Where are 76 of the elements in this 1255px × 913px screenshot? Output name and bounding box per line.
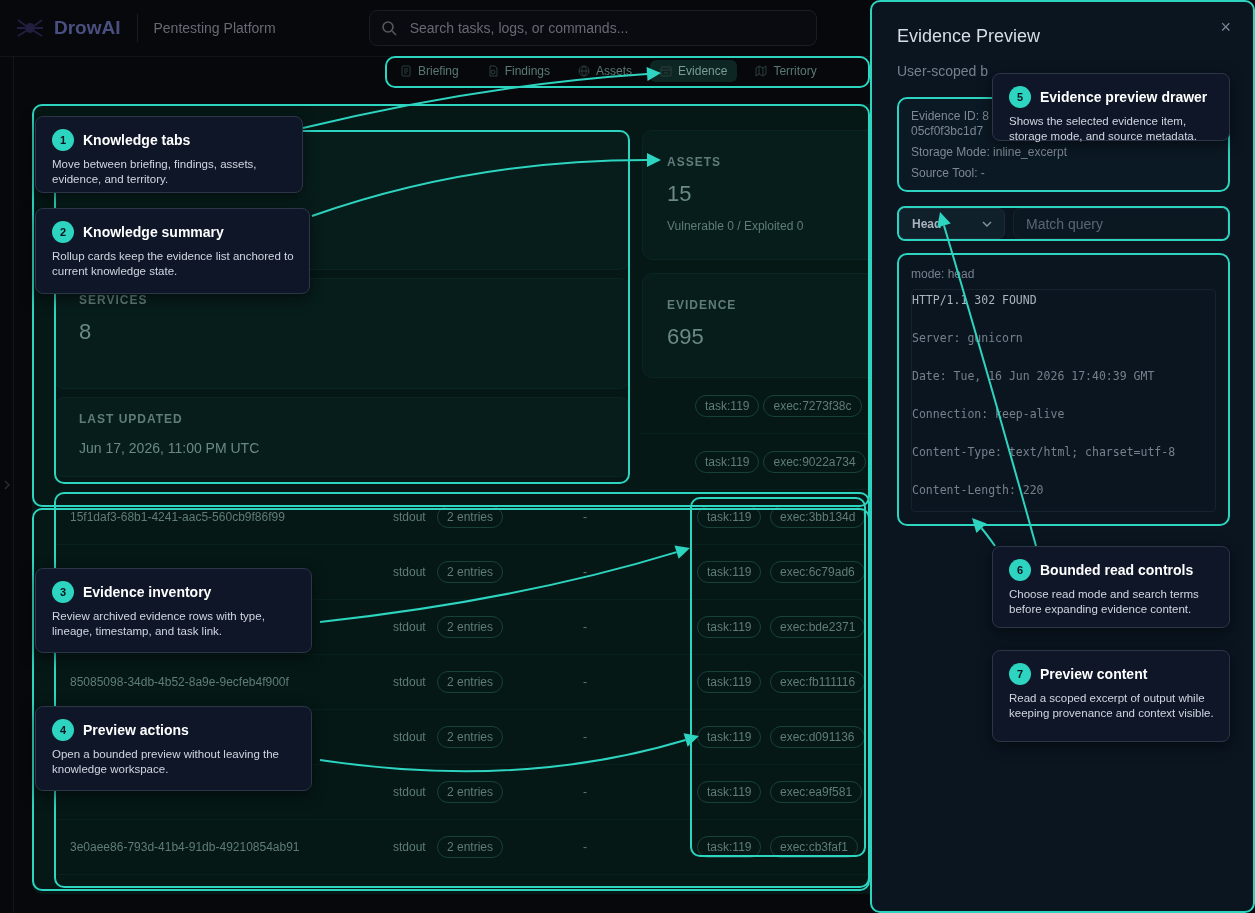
query-field[interactable]: Match query bbox=[1013, 208, 1228, 239]
step-number: 6 bbox=[1009, 559, 1031, 581]
step-number: 3 bbox=[52, 581, 74, 603]
step-number: 2 bbox=[52, 221, 74, 243]
evidence-type: stdout bbox=[393, 510, 427, 524]
card-note: Vulnerable 0 / Exploited 0 bbox=[667, 219, 805, 233]
step-number: 7 bbox=[1009, 663, 1031, 685]
timestamp: - bbox=[583, 675, 588, 689]
evidence-type: stdout bbox=[393, 785, 427, 799]
callout-title: Preview actions bbox=[83, 722, 189, 738]
callout-text: Review archived evidence rows with type, lineage, timestamp, and task link. bbox=[52, 609, 266, 639]
archive-icon bbox=[660, 65, 673, 77]
callout-title: Evidence inventory bbox=[83, 584, 212, 600]
drawer-subtitle: User-scoped b bbox=[897, 63, 990, 79]
card-label: ASSETS bbox=[667, 155, 722, 169]
output-line: Content-Length: 220 bbox=[912, 483, 1044, 497]
card-value: 695 bbox=[667, 324, 705, 350]
callout-text: Choose read mode and search terms before expanding evidence content. bbox=[1009, 587, 1200, 617]
step-number: 1 bbox=[52, 129, 74, 151]
app-subtitle: Pentesting Platform bbox=[153, 20, 276, 36]
close-button[interactable]: × bbox=[1214, 16, 1237, 39]
timestamp: - bbox=[583, 620, 588, 634]
metadata-text: Evidence ID: 8 bbox=[911, 109, 990, 124]
tab[interactable]: Evidence bbox=[650, 60, 738, 82]
timestamp: - bbox=[583, 840, 588, 854]
map-icon bbox=[755, 65, 768, 77]
document-icon bbox=[400, 65, 412, 77]
callout-title: Evidence preview drawer bbox=[1040, 89, 1208, 105]
drawer-title: Evidence Preview bbox=[897, 26, 1041, 47]
callout-text: Rollup cards keep the evidence list anchored to current knowledge state. bbox=[52, 249, 295, 279]
tab[interactable]: Briefing bbox=[390, 60, 469, 82]
evidence-type: stdout bbox=[393, 730, 427, 744]
callout-text: Move between briefing, findings, assets, evidence, and territory. bbox=[52, 157, 258, 187]
timestamp: - bbox=[583, 730, 588, 744]
search-icon bbox=[380, 20, 397, 36]
card-value: Jun 17, 2026, 11:00 PM UTC bbox=[79, 440, 261, 456]
card-label: SERVICES bbox=[79, 293, 149, 307]
output-line: Date: Tue, 16 Jun 2026 17:40:39 GMT bbox=[912, 369, 1155, 383]
metadata-text: Source Tool: - bbox=[911, 166, 985, 181]
card-value: 8 bbox=[79, 319, 93, 345]
callout-title: Preview content bbox=[1040, 666, 1148, 682]
globe-icon bbox=[578, 65, 591, 77]
evidence-id: 15f1daf3-68b1-4241-aac5-560cb9f86f99 bbox=[70, 510, 286, 524]
card-label: LAST UPDATED bbox=[79, 412, 184, 426]
timestamp: - bbox=[583, 565, 588, 579]
tab[interactable]: Territory bbox=[745, 60, 827, 82]
callout-text: Shows the selected evidence item, storage mode, and source metadata. bbox=[1009, 114, 1198, 144]
step-number: 5 bbox=[1009, 86, 1031, 108]
metadata-text: Storage Mode: inline_excerpt bbox=[911, 145, 1068, 160]
timestamp: - bbox=[583, 510, 588, 524]
evidence-type: stdout bbox=[393, 675, 427, 689]
evidence-id: 3e0aee86-793d-41b4-91db-49210854ab91 bbox=[70, 840, 301, 854]
metadata-text: 05cf0f3bc1d7 bbox=[911, 124, 984, 139]
tab[interactable]: Findings bbox=[476, 60, 561, 82]
callout-title: Bounded read controls bbox=[1040, 562, 1194, 578]
callout-title: Knowledge summary bbox=[83, 224, 224, 240]
output-line: HTTP/1.1 302 FOUND bbox=[912, 293, 1037, 307]
evidence-type: stdout bbox=[393, 840, 427, 854]
brand-name: DrowAI bbox=[54, 17, 121, 39]
search-field[interactable]: Search tasks, logs, or commands... bbox=[368, 10, 817, 46]
card-value: 15 bbox=[667, 181, 693, 207]
card-label: EVIDENCE bbox=[667, 298, 738, 312]
evidence-type: stdout bbox=[393, 565, 427, 579]
evidence-type: stdout bbox=[393, 620, 427, 634]
callout-text: Open a bounded preview without leaving the knowledge workspace. bbox=[52, 747, 280, 777]
output-line: Content-Type: text/html; charset=utf-8 bbox=[912, 445, 1176, 459]
chevron-down-icon bbox=[982, 220, 992, 227]
evidence-id: 85085098-34db-4b52-8a9e-9ecfeb4f900f bbox=[70, 675, 290, 689]
callout-title: Knowledge tabs bbox=[83, 132, 191, 148]
tab[interactable]: Assets bbox=[568, 60, 643, 82]
step-number: 4 bbox=[52, 719, 74, 741]
callout-text: Read a scoped excerpt of output while keeping provenance and context visible. bbox=[1009, 691, 1215, 721]
timestamp: - bbox=[583, 785, 588, 799]
file-icon bbox=[486, 65, 499, 77]
chevron-icon bbox=[3, 480, 10, 490]
spider-logo-icon bbox=[16, 16, 44, 40]
